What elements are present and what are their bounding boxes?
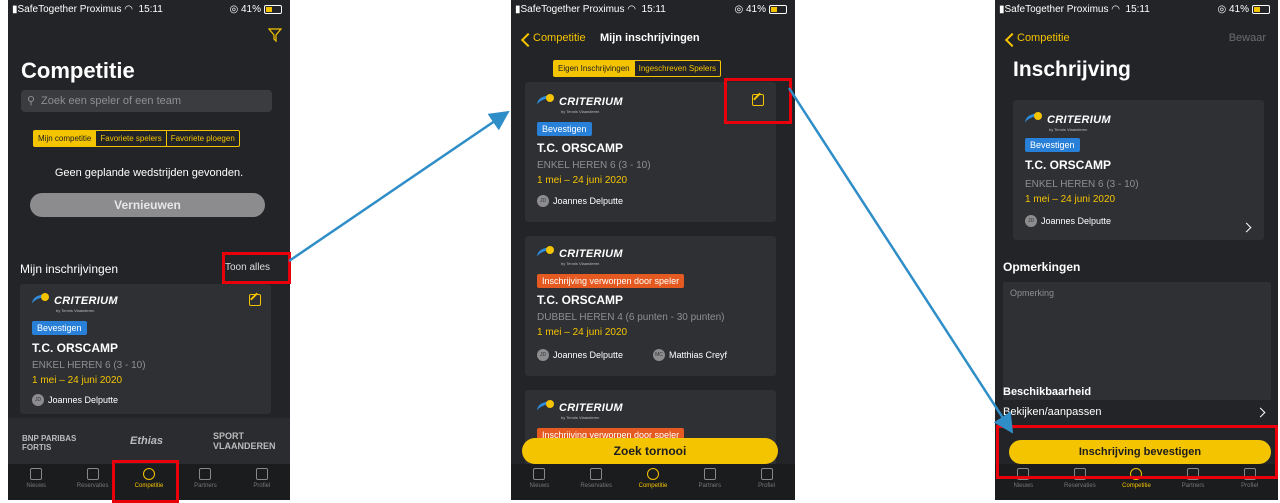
arrow-to-screen3	[787, 87, 1014, 434]
connector-arrows	[288, 87, 1014, 434]
arrow-to-screen2	[288, 110, 510, 263]
